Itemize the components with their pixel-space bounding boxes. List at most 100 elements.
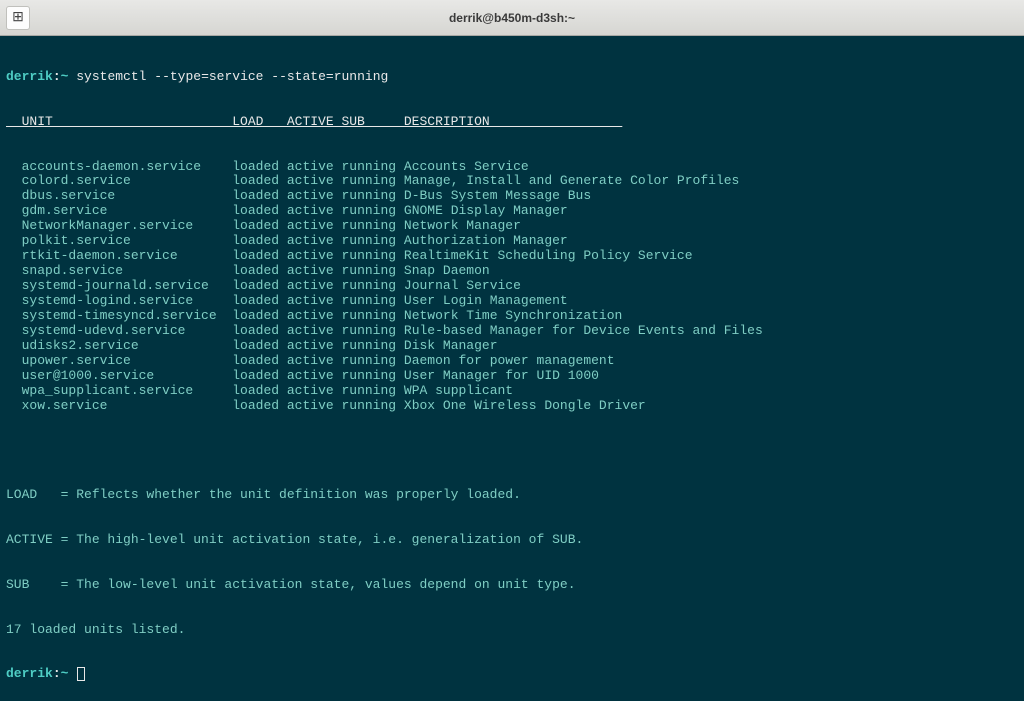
cell-unit: NetworkManager.service: [22, 218, 233, 233]
table-row: NetworkManager.service loaded active run…: [6, 219, 1018, 234]
cell-load: loaded: [232, 203, 287, 218]
cell-unit: systemd-timesyncd.service: [22, 308, 233, 323]
cell-unit: systemd-udevd.service: [22, 323, 233, 338]
legend-active: ACTIVE = The high-level unit activation …: [6, 533, 1018, 548]
cell-desc: Disk Manager: [404, 338, 498, 353]
window-titlebar: ⊞ derrik@b450m-d3sh:~: [0, 0, 1024, 36]
cell-sub: running: [341, 398, 403, 413]
cell-load: loaded: [232, 398, 287, 413]
legend-count: 17 loaded units listed.: [6, 623, 1018, 638]
cell-load: loaded: [232, 383, 287, 398]
cell-desc: User Manager for UID 1000: [404, 368, 599, 383]
cell-unit: xow.service: [22, 398, 233, 413]
cell-unit: accounts-daemon.service: [22, 159, 233, 174]
cell-sub: running: [341, 383, 403, 398]
cell-unit: rtkit-daemon.service: [22, 248, 233, 263]
cell-desc: User Login Management: [404, 293, 568, 308]
table-row: polkit.service loaded active running Aut…: [6, 234, 1018, 249]
cell-sub: running: [341, 323, 403, 338]
cell-desc: D-Bus System Message Bus: [404, 188, 591, 203]
cell-active: active: [287, 383, 342, 398]
table-row: upower.service loaded active running Dae…: [6, 354, 1018, 369]
table-row: systemd-timesyncd.service loaded active …: [6, 309, 1018, 324]
prompt-dollar: [68, 666, 76, 681]
cell-desc: Journal Service: [404, 278, 521, 293]
cell-load: loaded: [232, 278, 287, 293]
cell-load: loaded: [232, 188, 287, 203]
cell-active: active: [287, 368, 342, 383]
cell-load: loaded: [232, 218, 287, 233]
cell-load: loaded: [232, 248, 287, 263]
cell-load: loaded: [232, 293, 287, 308]
cell-unit: wpa_supplicant.service: [22, 383, 233, 398]
cell-load: loaded: [232, 233, 287, 248]
cell-active: active: [287, 398, 342, 413]
terminal-icon: ⊞: [12, 9, 24, 26]
cell-desc: Manage, Install and Generate Color Profi…: [404, 173, 739, 188]
cell-desc: Network Manager: [404, 218, 521, 233]
cell-desc: Snap Daemon: [404, 263, 490, 278]
prompt-path: ~: [61, 666, 69, 681]
cell-load: loaded: [232, 263, 287, 278]
cell-unit: systemd-journald.service: [22, 278, 233, 293]
legend-sub: SUB = The low-level unit activation stat…: [6, 578, 1018, 593]
cell-unit: polkit.service: [22, 233, 233, 248]
cell-sub: running: [341, 338, 403, 353]
cell-sub: running: [341, 159, 403, 174]
cell-active: active: [287, 248, 342, 263]
cell-desc: Rule-based Manager for Device Events and…: [404, 323, 763, 338]
terminal-viewport[interactable]: derrik:~ systemctl --type=service --stat…: [0, 36, 1024, 701]
titlebar-term-button[interactable]: ⊞: [6, 6, 30, 30]
cell-active: active: [287, 263, 342, 278]
cell-desc: Network Time Synchronization: [404, 308, 622, 323]
cell-desc: RealtimeKit Scheduling Policy Service: [404, 248, 693, 263]
cell-load: loaded: [232, 368, 287, 383]
cell-unit: dbus.service: [22, 188, 233, 203]
cell-active: active: [287, 308, 342, 323]
cell-sub: running: [341, 308, 403, 323]
service-rows: accounts-daemon.service loaded active ru…: [6, 160, 1018, 414]
command-text: systemctl --type=service --state=running: [76, 69, 388, 84]
prompt-line: derrik:~ systemctl --type=service --stat…: [6, 70, 1018, 85]
cell-load: loaded: [232, 159, 287, 174]
table-row: systemd-journald.service loaded active r…: [6, 279, 1018, 294]
table-row: dbus.service loaded active running D-Bus…: [6, 189, 1018, 204]
cell-unit: udisks2.service: [22, 338, 233, 353]
table-row: colord.service loaded active running Man…: [6, 174, 1018, 189]
cell-desc: WPA supplicant: [404, 383, 513, 398]
prompt-sep: :: [53, 666, 61, 681]
cell-sub: running: [341, 233, 403, 248]
cell-sub: running: [341, 293, 403, 308]
table-row: user@1000.service loaded active running …: [6, 369, 1018, 384]
cell-active: active: [287, 293, 342, 308]
cell-load: loaded: [232, 323, 287, 338]
cell-active: active: [287, 203, 342, 218]
table-row: systemd-logind.service loaded active run…: [6, 294, 1018, 309]
table-row: udisks2.service loaded active running Di…: [6, 339, 1018, 354]
cell-load: loaded: [232, 353, 287, 368]
cell-unit: snapd.service: [22, 263, 233, 278]
cell-unit: upower.service: [22, 353, 233, 368]
cell-sub: running: [341, 248, 403, 263]
cell-active: active: [287, 278, 342, 293]
table-row: rtkit-daemon.service loaded active runni…: [6, 249, 1018, 264]
cell-active: active: [287, 338, 342, 353]
cell-active: active: [287, 218, 342, 233]
prompt-sep: :: [53, 69, 61, 84]
cell-active: active: [287, 188, 342, 203]
header-row: UNIT LOAD ACTIVE SUB DESCRIPTION: [6, 115, 1018, 130]
table-row: snapd.service loaded active running Snap…: [6, 264, 1018, 279]
cell-desc: Daemon for power management: [404, 353, 615, 368]
prompt-user: derrik: [6, 666, 53, 681]
cell-desc: Xbox One Wireless Dongle Driver: [404, 398, 646, 413]
cell-active: active: [287, 159, 342, 174]
cell-unit: colord.service: [22, 173, 233, 188]
prompt-user: derrik: [6, 69, 53, 84]
cell-unit: systemd-logind.service: [22, 293, 233, 308]
cell-unit: gdm.service: [22, 203, 233, 218]
table-row: gdm.service loaded active running GNOME …: [6, 204, 1018, 219]
cursor-icon: [77, 667, 85, 681]
cell-sub: running: [341, 353, 403, 368]
cell-sub: running: [341, 218, 403, 233]
cell-unit: user@1000.service: [22, 368, 233, 383]
